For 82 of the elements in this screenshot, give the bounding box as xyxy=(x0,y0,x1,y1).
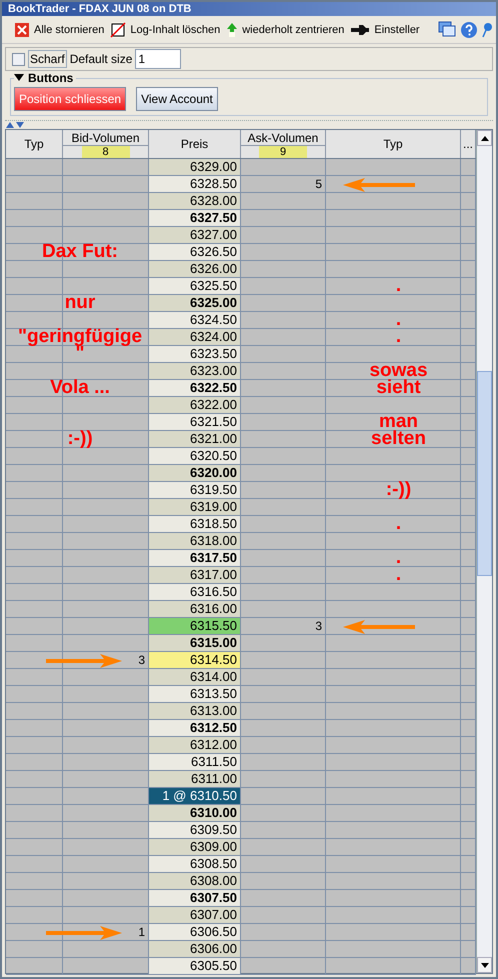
price-cell[interactable]: 6325.50 xyxy=(149,278,241,294)
toolbar-button[interactable]: Einsteller xyxy=(350,24,420,36)
annotation-text: sieht xyxy=(375,378,422,398)
annotation-text: :-)) xyxy=(66,429,94,449)
price-cell[interactable]: 6307.00 xyxy=(149,907,241,923)
column-header[interactable]: Typ xyxy=(6,130,63,158)
annotation-text: . xyxy=(394,327,402,347)
price-cell[interactable]: 6318.00 xyxy=(149,533,241,549)
bid-volume: 3 xyxy=(138,653,145,667)
checkbox-label: Scharf xyxy=(28,50,67,68)
annotation-text: . xyxy=(394,276,402,296)
price-cell[interactable]: 6329.00 xyxy=(149,159,241,175)
price-cell[interactable]: 6326.50 xyxy=(149,244,241,260)
column-header[interactable]: Preis xyxy=(149,130,241,158)
price-cell[interactable]: 6328.50 xyxy=(149,176,241,192)
price-cell[interactable]: 6317.50 xyxy=(149,550,241,566)
price-cell[interactable]: 6315.50 xyxy=(149,618,241,634)
column-header[interactable]: Typ xyxy=(326,130,461,158)
annotation-text: . xyxy=(394,548,402,568)
price-cell[interactable]: 6313.50 xyxy=(149,686,241,702)
toolbar-button[interactable]: Log-Inhalt löschen xyxy=(110,22,220,38)
price-cell[interactable]: 6314.00 xyxy=(149,669,241,685)
price-cell[interactable]: 6320.50 xyxy=(149,448,241,464)
price-cell[interactable]: 6305.50 xyxy=(149,958,241,974)
price-cell[interactable]: 6324.00 xyxy=(149,329,241,345)
price-cell[interactable]: 6321.00 xyxy=(149,431,241,447)
price-cell[interactable]: 6322.50 xyxy=(149,380,241,396)
panel-title: Buttons xyxy=(28,71,74,85)
price-cell[interactable]: 6317.00 xyxy=(149,567,241,583)
price-cell[interactable]: 6306.50 xyxy=(149,924,241,940)
price-cell[interactable]: 6318.50 xyxy=(149,516,241,532)
bid-volume: 1 xyxy=(138,925,145,939)
price-cell[interactable]: 6325.00 xyxy=(149,295,241,311)
price-cell[interactable]: 6319.00 xyxy=(149,499,241,515)
price-cell[interactable]: 6306.00 xyxy=(149,941,241,957)
size-field[interactable]: 1 xyxy=(135,49,182,69)
price-cell[interactable]: 6315.00 xyxy=(149,635,241,651)
toolbar-button[interactable]: Alle stornieren xyxy=(14,22,104,38)
price-cell[interactable]: 6323.00 xyxy=(149,363,241,379)
price-cell[interactable]: 6313.00 xyxy=(149,703,241,719)
price-cell[interactable]: 6319.50 xyxy=(149,482,241,498)
price-cell[interactable]: 6328.00 xyxy=(149,193,241,209)
price-cell[interactable]: 6323.50 xyxy=(149,346,241,362)
annotation-text: nur xyxy=(64,293,96,313)
price-cell[interactable]: 6308.50 xyxy=(149,856,241,872)
price-cell[interactable]: 6316.50 xyxy=(149,584,241,600)
price-cell[interactable]: 6311.00 xyxy=(149,771,241,787)
annotation-text: "geringfügige xyxy=(16,327,144,347)
volume-total: 9 xyxy=(259,146,307,158)
price-cell[interactable]: 6312.00 xyxy=(149,737,241,753)
ask-volume: 3 xyxy=(315,619,322,633)
field-label: Default size xyxy=(70,52,132,66)
price-cell[interactable]: 6326.00 xyxy=(149,261,241,277)
price-cell[interactable]: 6310.00 xyxy=(149,805,241,821)
price-cell[interactable]: 6327.00 xyxy=(149,227,241,243)
price-cell[interactable]: 6311.50 xyxy=(149,754,241,770)
annotation-text: " xyxy=(75,344,84,364)
price-cell[interactable]: 6322.00 xyxy=(149,397,241,413)
price-cell[interactable]: 6307.50 xyxy=(149,890,241,906)
price-cell[interactable]: 6316.00 xyxy=(149,601,241,617)
price-cell[interactable]: 6320.00 xyxy=(149,465,241,481)
price-cell[interactable]: 1 @ 6310.50 xyxy=(149,788,241,804)
price-cell[interactable]: 6324.50 xyxy=(149,312,241,328)
annotation-text: . xyxy=(394,310,402,330)
price-cell[interactable]: 6309.50 xyxy=(149,822,241,838)
annotation-text: :-)) xyxy=(384,480,412,500)
annotation-text: selten xyxy=(370,429,427,449)
price-cell[interactable]: 6308.00 xyxy=(149,873,241,889)
toolbar-button[interactable]: wiederholt zentrieren xyxy=(226,22,344,38)
ask-volume: 5 xyxy=(315,177,322,191)
annotation-text: . xyxy=(394,514,402,534)
price-cell[interactable]: 6312.50 xyxy=(149,720,241,736)
price-cell[interactable]: 6314.50 xyxy=(149,652,241,668)
price-cell[interactable]: 6327.50 xyxy=(149,210,241,226)
annotation-text: Vola ... xyxy=(49,378,111,398)
annotation-text: . xyxy=(394,565,402,585)
price-cell[interactable]: 6321.50 xyxy=(149,414,241,430)
volume-total: 8 xyxy=(82,146,130,158)
price-cell[interactable]: 6309.00 xyxy=(149,839,241,855)
action-button[interactable]: View Account xyxy=(136,87,218,111)
annotation-text: Dax Fut: xyxy=(41,242,119,262)
window-title: BookTrader - FDAX JUN 08 on DTB xyxy=(8,3,192,15)
